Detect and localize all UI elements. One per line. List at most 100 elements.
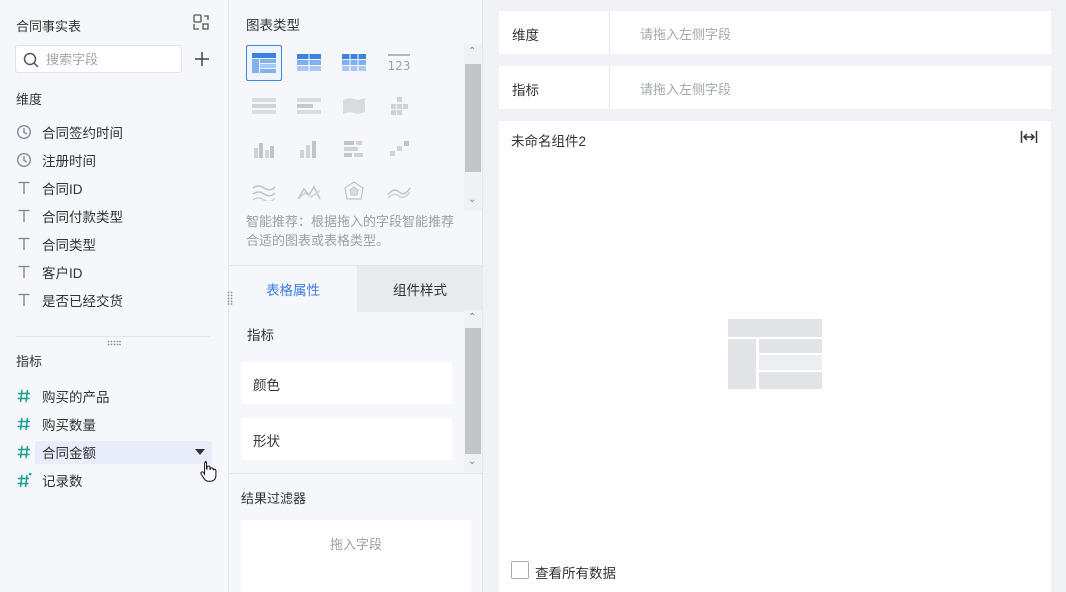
field-type-icon [16, 236, 32, 252]
measure-field-item[interactable]: 购买数量 [0, 410, 229, 438]
chart-type-waterfall[interactable] [381, 131, 417, 167]
recommend-hint: 智能推荐：根据拖入的字段智能推荐合适的图表或表格类型。 [246, 214, 455, 248]
number-hash-icon [17, 389, 30, 403]
dimension-field-item[interactable]: 合同类型 [0, 230, 229, 258]
line-chart-icon [252, 185, 276, 201]
panel-resize-handle-icon[interactable] [227, 291, 233, 305]
text-type-icon [18, 265, 30, 278]
chart-type-grouped-bar[interactable] [246, 131, 282, 167]
field-type-icon [16, 388, 32, 404]
properties-scrollbar[interactable]: ⌃ ⌄ [464, 310, 482, 472]
field-search[interactable] [15, 45, 182, 73]
field-label: 记录数 [42, 474, 83, 489]
dimension-shelf-label: 维度 [512, 28, 539, 43]
clock-icon [16, 152, 32, 168]
progress-table-icon [297, 98, 321, 114]
shape-property[interactable]: 形状 [241, 418, 452, 460]
tab-component-style[interactable]: 组件样式 [357, 266, 483, 312]
measure-shelf-placeholder: 请拖入左侧字段 [640, 82, 732, 97]
dimension-field-item[interactable]: 合同签约时间 [0, 118, 229, 146]
dimension-list: 合同签约时间 注册时间 合同ID 合同付款类型合同类型客户ID 是否已经交货 [0, 118, 229, 314]
chart-type-detail-table[interactable] [336, 45, 372, 81]
map-icon [343, 98, 365, 114]
tab-table-properties[interactable]: 表格属性 [229, 266, 357, 312]
field-label: 购买的产品 [42, 390, 110, 405]
chart-type-progress-table[interactable] [291, 88, 327, 124]
section-divider [16, 336, 210, 337]
area-chart-icon [297, 185, 321, 200]
analysis-canvas: 维度 请拖入左侧字段 指标 请拖入左侧字段 未命名组件2 查看所有数据 [483, 0, 1066, 592]
text-type-icon [18, 181, 30, 194]
number-hash-icon [17, 417, 30, 431]
property-tabs: 表格属性 组件样式 [229, 265, 483, 312]
chart-type-map[interactable] [336, 88, 372, 124]
chart-type-radar[interactable] [336, 174, 372, 210]
stacked-bar-icon [344, 141, 363, 157]
clock-icon [16, 124, 32, 140]
field-type-icon [16, 124, 32, 140]
field-label: 合同金额 [42, 446, 96, 461]
measure-shelf[interactable]: 指标 请拖入左侧字段 [499, 66, 1051, 109]
measure-field-item[interactable]: 合同金额 [0, 438, 229, 466]
field-label: 购买数量 [42, 418, 96, 433]
scroll-up-icon[interactable]: ⌃ [468, 46, 476, 57]
dimension-field-item[interactable]: 合同ID [0, 174, 229, 202]
chart-type-heat-table[interactable] [246, 88, 282, 124]
chart-type-stacked-bar[interactable] [336, 131, 372, 167]
chart-type-grouped-table[interactable] [246, 45, 282, 81]
chart-config-panel: 图表类型 123 ⌃ ⌄ 智能推荐：根据拖入的字段智能推荐合适的图表或表格类型。… [227, 0, 483, 592]
filter-divider [229, 473, 483, 474]
resize-handle-icon[interactable] [107, 340, 121, 346]
view-all-data-checkbox[interactable] [511, 561, 529, 579]
text-type-icon [18, 293, 30, 306]
color-property-label: 颜色 [253, 378, 280, 393]
hand-cursor-icon [200, 461, 217, 482]
count-hash-icon [17, 472, 32, 488]
dimension-field-item[interactable]: 注册时间 [0, 146, 229, 174]
data-panel: 合同事实表 维度 合同签约时间注册时间合同ID 合同付款类型合同类型客户ID 是否已… [0, 0, 229, 592]
drop-field-placeholder: 拖入字段 [329, 537, 382, 552]
filter-drop-zone[interactable]: 拖入字段 [241, 520, 471, 592]
radar-chart-icon [344, 181, 364, 200]
field-menu-caret-icon[interactable] [195, 449, 205, 455]
field-label: 合同付款类型 [42, 210, 123, 225]
chart-widget: 未命名组件2 查看所有数据 [499, 121, 1051, 592]
view-all-data-label: 查看所有数据 [535, 566, 616, 581]
chart-type-line[interactable] [246, 174, 282, 210]
result-filter-title: 结果过滤器 [241, 491, 307, 506]
stream-chart-icon [387, 187, 411, 199]
grouped-bar-icon [254, 143, 274, 158]
search-icon [23, 52, 39, 68]
scroll-down-icon[interactable]: ⌄ [468, 456, 476, 467]
dimension-field-item[interactable]: 合同付款类型 [0, 202, 229, 230]
dimension-shelf[interactable]: 维度 请拖入左侧字段 [499, 11, 1051, 54]
measure-field-item[interactable]: 购买的产品 [0, 382, 229, 410]
color-property[interactable]: 颜色 [241, 362, 452, 404]
scroll-up-icon[interactable]: ⌃ [468, 312, 476, 323]
chart-type-kpi[interactable]: 123 [381, 45, 417, 81]
scroll-down-icon[interactable]: ⌄ [468, 194, 476, 205]
add-field-icon[interactable] [192, 49, 212, 69]
switch-dataset-icon[interactable] [192, 13, 210, 31]
chart-type-bar[interactable] [291, 131, 327, 167]
text-type-icon [18, 209, 30, 222]
bar-chart-icon [300, 141, 316, 158]
widget-title[interactable]: 未命名组件2 [511, 130, 586, 150]
field-label: 客户ID [42, 266, 83, 281]
chart-type-dot-matrix[interactable] [381, 88, 417, 124]
measure-list: 购买的产品购买数量合同金额记录数 [0, 382, 229, 494]
expand-width-icon[interactable] [1020, 130, 1038, 144]
dimension-field-item[interactable]: 客户ID [0, 258, 229, 286]
measure-field-item[interactable]: 记录数 [0, 466, 229, 494]
heat-table-icon [252, 98, 276, 114]
chart-type-scrollbar[interactable]: ⌃ ⌄ [464, 44, 482, 210]
dataset-title: 合同事实表 [16, 19, 82, 34]
chart-type-cross-table[interactable] [291, 45, 327, 81]
kpi-number-icon: 123 [388, 54, 410, 73]
dimension-field-item[interactable]: 是否已经交货 [0, 286, 229, 314]
search-input[interactable] [46, 50, 176, 68]
chart-type-stream[interactable] [381, 174, 417, 210]
empty-table-illustration-icon [728, 319, 822, 389]
field-type-icon [16, 292, 32, 308]
chart-type-area[interactable] [291, 174, 327, 210]
